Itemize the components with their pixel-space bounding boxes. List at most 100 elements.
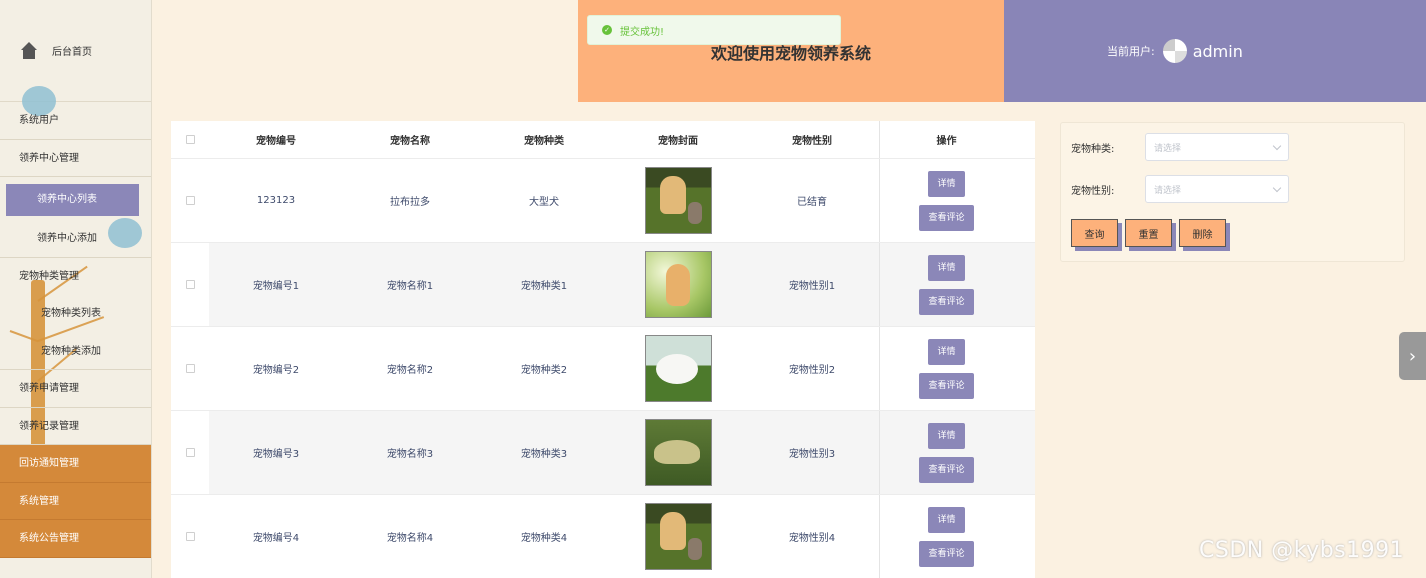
pet-gender: 宠物性别2 — [788, 365, 836, 376]
view-comments-button[interactable]: 查看评论 — [919, 372, 974, 399]
sidebar: 后台首页 系统用户 领养中心管理 领养中心列表 领养中心添加 宠物种类管理 宠物… — [0, 0, 152, 578]
column-header: 宠物封面 — [658, 136, 698, 147]
reset-button[interactable]: 重置 — [1125, 219, 1172, 247]
view-comments-button[interactable]: 查看评论 — [919, 540, 974, 567]
row-actions: 详情 查看评论 — [879, 495, 1013, 578]
pet-code: 123123 — [256, 195, 296, 206]
row-checkbox-cell — [171, 159, 209, 242]
chevron-right-icon[interactable]: › — [1399, 332, 1426, 380]
toast-message: 提交成功! — [620, 26, 665, 38]
sidebar-item-adoption-center[interactable]: 领养中心管理 — [0, 140, 151, 177]
pet-cover-cell — [611, 327, 745, 410]
pet-cover-cell — [611, 243, 745, 326]
current-user-label: 当前用户: — [1107, 45, 1155, 58]
row-checkbox[interactable] — [185, 196, 195, 205]
column-header: 宠物性别 — [792, 136, 832, 147]
pet-cover-image — [644, 167, 712, 234]
sidebar-item-adoption-center-add[interactable]: 领养中心添加 — [0, 220, 151, 258]
view-comments-button[interactable]: 查看评论 — [919, 288, 974, 315]
search-panel: 宠物种类: 请选择 宠物性别: 请选择 查询 重置 删除 — [1060, 122, 1405, 262]
row-checkbox-cell — [171, 495, 209, 578]
dog-figure — [659, 176, 686, 214]
row-actions: 详情 查看评论 — [879, 411, 1013, 494]
column-header: 宠物种类 — [524, 136, 564, 147]
view-comments-button[interactable]: 查看评论 — [919, 204, 974, 231]
pet-cover-image — [644, 251, 712, 318]
detail-button[interactable]: 详情 — [928, 170, 965, 197]
row-checkbox[interactable] — [185, 532, 195, 541]
select-all-checkbox[interactable] — [185, 135, 195, 144]
view-comments-button[interactable]: 查看评论 — [919, 456, 974, 483]
pet-name: 宠物名称4 — [386, 533, 434, 544]
select-all-cell — [171, 121, 209, 158]
sidebar-item-adoption-records[interactable]: 领养记录管理 — [0, 408, 151, 445]
header-user-area: 当前用户: admin — [1004, 0, 1426, 102]
row-actions: 详情 查看评论 — [879, 159, 1013, 242]
header-left — [152, 0, 578, 102]
row-checkbox[interactable] — [185, 448, 195, 457]
row-checkbox-cell — [171, 411, 209, 494]
row-checkbox-cell — [171, 243, 209, 326]
sidebar-item-adoption-center-list[interactable]: 领养中心列表 — [6, 184, 139, 216]
detail-button[interactable]: 详情 — [928, 506, 965, 533]
pet-kind: 宠物种类4 — [520, 533, 568, 544]
check-circle-icon: ✓ — [602, 25, 612, 35]
pet-gender: 已结育 — [797, 197, 827, 208]
pet-kind: 宠物种类3 — [520, 449, 568, 460]
kind-filter-label: 宠物种类: — [1071, 143, 1115, 155]
pet-name: 宠物名称1 — [386, 281, 434, 292]
sidebar-home-label: 后台首页 — [52, 47, 92, 58]
pet-name: 宠物名称2 — [386, 365, 434, 376]
delete-button[interactable]: 删除 — [1179, 219, 1226, 247]
table-row: 123123 拉布拉多 大型犬 已结育 详情 查看评论 — [171, 159, 1035, 243]
table-row: 宠物编号1 宠物名称1 宠物种类1 宠物性别1 详情 查看评论 — [171, 243, 1035, 327]
row-checkbox-cell — [171, 327, 209, 410]
chevron-down-icon — [1272, 183, 1282, 192]
sidebar-item-announcements[interactable]: 系统公告管理 — [0, 520, 151, 558]
detail-button[interactable]: 详情 — [928, 338, 965, 365]
pet-code: 宠物编号4 — [252, 533, 300, 544]
cat-figure — [687, 202, 702, 224]
pet-cover-cell — [611, 495, 745, 578]
gender-select[interactable]: 请选择 — [1145, 175, 1289, 203]
row-checkbox[interactable] — [185, 364, 195, 373]
sidebar-home[interactable]: 后台首页 — [0, 0, 151, 102]
pet-gender: 宠物性别1 — [788, 281, 836, 292]
sidebar-item-system-users[interactable]: 系统用户 — [0, 102, 151, 140]
turtle-figure — [653, 440, 700, 464]
pet-name: 拉布拉多 — [390, 197, 430, 208]
column-header: 宠物名称 — [390, 136, 430, 147]
detail-button[interactable]: 详情 — [928, 422, 965, 449]
pet-code: 宠物编号1 — [252, 281, 300, 292]
pet-kind: 宠物种类2 — [520, 365, 568, 376]
table-header-row: 宠物编号 宠物名称 宠物种类 宠物封面 宠物性别 操作 — [171, 121, 1035, 159]
pet-cover-image — [644, 419, 712, 486]
gender-select-placeholder: 请选择 — [1154, 185, 1182, 196]
gender-filter: 宠物性别: 请选择 — [1071, 175, 1289, 203]
pet-cover-cell — [611, 411, 745, 494]
pet-cover-image — [644, 335, 712, 402]
detail-button[interactable]: 详情 — [928, 254, 965, 281]
pet-gender: 宠物性别4 — [788, 533, 836, 544]
sidebar-item-system-management[interactable]: 系统管理 — [0, 482, 151, 520]
sidebar-item-pet-kinds[interactable]: 宠物种类管理 — [0, 258, 151, 296]
pet-table: 宠物编号 宠物名称 宠物种类 宠物封面 宠物性别 操作 123123 拉布拉多 … — [171, 121, 1035, 578]
pet-cover-cell — [611, 159, 745, 242]
sidebar-item-adoption-applications[interactable]: 领养申请管理 — [0, 370, 151, 408]
table-row: 宠物编号2 宠物名称2 宠物种类2 宠物性别2 详情 查看评论 — [171, 327, 1035, 411]
avatar[interactable] — [1162, 39, 1187, 63]
sidebar-item-pet-kinds-add[interactable]: 宠物种类添加 — [0, 333, 151, 370]
pet-gender: 宠物性别3 — [788, 449, 836, 460]
table-row: 宠物编号4 宠物名称4 宠物种类4 宠物性别4 详情 查看评论 — [171, 495, 1035, 578]
sidebar-item-followup-notices[interactable]: 回访通知管理 — [0, 445, 151, 483]
pet-kind: 宠物种类1 — [520, 281, 568, 292]
kind-select[interactable]: 请选择 — [1145, 133, 1289, 161]
watermark: CSDN @kybs1991 — [1199, 538, 1405, 563]
pet-cover-image — [644, 503, 712, 570]
success-toast: ✓ 提交成功! — [587, 15, 841, 45]
pet-name: 宠物名称3 — [386, 449, 434, 460]
sidebar-item-pet-kinds-list[interactable]: 宠物种类列表 — [0, 295, 151, 333]
row-checkbox[interactable] — [185, 280, 195, 289]
chevron-down-icon — [1272, 141, 1282, 150]
query-button[interactable]: 查询 — [1071, 219, 1118, 247]
